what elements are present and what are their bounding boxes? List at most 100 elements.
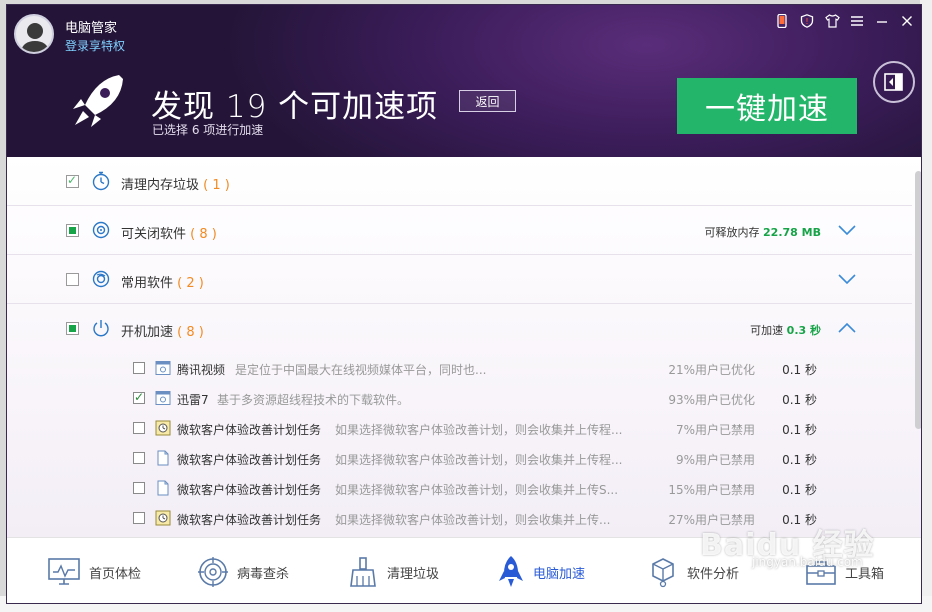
disc-icon [92, 270, 110, 288]
section-count: ( 1 ) [203, 178, 230, 193]
nav-pc-boost[interactable]: 电脑加速 [497, 538, 586, 603]
app-window-icon [155, 361, 171, 375]
app-name: 电脑管家 [65, 21, 118, 36]
section-memory-cleanup: 清理内存垃圾 ( 1 ) [7, 157, 912, 206]
section-summary: 可释放内存 22.78 MB [705, 224, 821, 240]
nav-label: 软件分析 [687, 566, 740, 582]
user-silhouette-icon [20, 23, 50, 52]
section-count: ( 8 ) [177, 325, 204, 340]
stopwatch-icon [92, 171, 110, 191]
section-title: 开机加速 ( 8 ) [121, 321, 204, 340]
minimize-icon[interactable] [874, 13, 890, 29]
shirt-icon[interactable] [824, 13, 840, 29]
item-name: 微软客户体验改善计划任务 [177, 513, 322, 527]
task-clock-icon [155, 420, 171, 436]
item-name: 迅雷7 [177, 393, 209, 407]
chevron-down-icon[interactable] [837, 223, 857, 237]
document-icon [157, 480, 169, 496]
section-checkbox[interactable] [66, 273, 79, 286]
item-checkbox[interactable] [133, 390, 145, 404]
item-description: 如果选择微软客户体验改善计划，则会收集并上传程... [335, 453, 623, 467]
pc-manager-window: 电脑管家 登录享特权 ! 发现 19 个可加速项 已选择 6 项进行加速 返回 … [6, 4, 922, 604]
section-checkbox[interactable] [66, 224, 79, 237]
nav-home-checkup[interactable]: 首页体检 [47, 538, 142, 603]
item-rate: 27%用户已禁用 [668, 513, 755, 527]
nav-label: 首页体检 [89, 566, 142, 582]
item-checkbox[interactable] [133, 422, 145, 434]
login-link[interactable]: 登录享特权 [65, 37, 125, 54]
section-common-software[interactable]: 常用软件 ( 2 ) [7, 255, 912, 304]
chevron-up-icon[interactable] [837, 321, 857, 335]
window-controls: ! [774, 13, 915, 29]
exit-panel-icon [884, 73, 903, 91]
item-description: 基于多资源超线程技术的下载软件。 [217, 393, 410, 407]
item-checkbox[interactable] [133, 512, 145, 524]
power-icon [93, 320, 109, 337]
back-button[interactable]: 返回 [459, 90, 516, 112]
section-title-text: 常用软件 [121, 276, 174, 291]
section-title-text: 清理内存垃圾 [121, 178, 200, 193]
item-rate: 93%用户已优化 [668, 393, 755, 407]
rocket-icon [73, 75, 123, 127]
summary-label: 可释放内存 [704, 226, 760, 239]
baidu-watermark-url: jingyan.baidu.com [752, 555, 863, 569]
section-summary: 可加速 0.3 秒 [750, 322, 821, 338]
nav-toolbox[interactable]: 工具箱 [805, 538, 884, 603]
startup-item[interactable]: 微软客户体验改善计划任务 如果选择微软客户体验改善计划，则会收集并上传程... … [7, 413, 912, 443]
nav-software-analysis[interactable]: 软件分析 [647, 538, 740, 603]
disc-icon [92, 221, 110, 239]
nav-virus-scan[interactable]: 病毒查杀 [197, 538, 290, 603]
item-checkbox[interactable] [133, 362, 145, 374]
one-click-boost-button[interactable]: 一键加速 [677, 78, 857, 134]
section-title-text: 开机加速 [121, 325, 174, 340]
target-icon [198, 557, 228, 587]
menu-icon[interactable] [849, 13, 865, 29]
section-count: ( 2 ) [177, 276, 204, 291]
item-checkbox[interactable] [133, 452, 145, 464]
nav-label: 病毒查杀 [237, 566, 290, 582]
item-name: 腾讯视频 [177, 363, 226, 377]
chevron-down-icon[interactable] [837, 272, 857, 286]
boost-item-list: 清理内存垃圾 ( 1 ) 可关闭软件 ( 8 ) 可释放内存 22.78 MB [7, 157, 921, 537]
item-time: 0.1 秒 [782, 483, 817, 497]
nav-clean-junk[interactable]: 清理垃圾 [347, 538, 440, 603]
task-clock-icon [155, 510, 171, 526]
section-startup-boost[interactable]: 开机加速 ( 8 ) 可加速 0.3 秒 [7, 304, 912, 353]
item-name: 微软客户体验改善计划任务 [177, 483, 322, 497]
item-time: 0.1 秒 [782, 453, 817, 467]
phone-icon[interactable] [774, 13, 790, 29]
item-name: 微软客户体验改善计划任务 [177, 453, 322, 467]
cubes-icon [652, 558, 674, 588]
item-description: 如果选择微软客户体验改善计划，则会收集并上传... [335, 513, 611, 527]
startup-item[interactable]: 微软客户体验改善计划任务 如果选择微软客户体验改善计划，则会收集并上传S... … [7, 473, 912, 503]
nav-label: 电脑加速 [533, 566, 586, 582]
section-title-text: 可关闭软件 [121, 227, 187, 242]
section-title: 可关闭软件 ( 8 ) [121, 223, 217, 242]
close-icon[interactable] [899, 13, 915, 29]
item-rate: 7%用户已禁用 [675, 423, 755, 437]
section-title: 常用软件 ( 2 ) [121, 272, 204, 291]
vertical-scrollbar[interactable] [915, 171, 921, 429]
selection-summary: 已选择 6 项进行加速 [152, 123, 264, 137]
startup-item[interactable]: 微软客户体验改善计划任务 如果选择微软客户体验改善计划，则会收集并上传程... … [7, 443, 912, 473]
nav-label: 清理垃圾 [387, 566, 440, 582]
user-avatar[interactable] [14, 14, 54, 54]
item-checkbox[interactable] [133, 482, 145, 494]
summary-label: 可加速 [750, 324, 784, 337]
shield-icon[interactable]: ! [799, 13, 815, 29]
item-rate: 21%用户已优化 [668, 363, 755, 377]
section-closable-software[interactable]: 可关闭软件 ( 8 ) 可释放内存 22.78 MB [7, 206, 912, 255]
item-name: 微软客户体验改善计划任务 [177, 423, 322, 437]
broom-icon [350, 557, 376, 587]
startup-item[interactable]: 腾讯视频 是定位于中国最大在线视频媒体平台，同时也... 21%用户已优化 0.… [7, 353, 912, 383]
section-checkbox[interactable] [66, 322, 79, 335]
exit-mode-button[interactable] [873, 61, 915, 103]
section-count: ( 8 ) [190, 227, 217, 242]
app-window-icon [155, 391, 171, 405]
section-checkbox[interactable] [66, 173, 79, 188]
item-time: 0.1 秒 [782, 393, 817, 407]
startup-item[interactable]: 微软客户体验改善计划任务 如果选择微软客户体验改善计划，则会收集并上传... 2… [7, 503, 912, 533]
section-title: 清理内存垃圾 ( 1 ) [121, 174, 230, 193]
startup-item[interactable]: 迅雷7 基于多资源超线程技术的下载软件。 93%用户已优化 0.1 秒 [7, 383, 912, 413]
header-banner: 电脑管家 登录享特权 ! 发现 19 个可加速项 已选择 6 项进行加速 返回 … [7, 5, 921, 157]
